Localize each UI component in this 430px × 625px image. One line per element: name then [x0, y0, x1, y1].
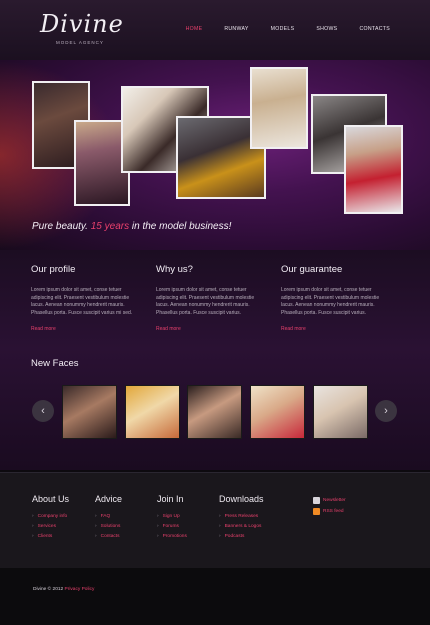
footer-title: About Us: [32, 494, 70, 504]
footer-join-in: Join In › Sign Up › Forums › Promotions: [157, 494, 187, 542]
footer-advice: Advice › FAQ › Solutions › Contacts: [95, 494, 122, 542]
nav-contacts[interactable]: CONTACTS: [359, 26, 390, 32]
face-thumbnail-1[interactable]: [62, 385, 117, 439]
site-footer: About Us › Company info › Services › Client…: [0, 472, 430, 568]
column-title: Why us?: [156, 264, 193, 275]
privacy-policy-link[interactable]: Privacy Policy: [65, 587, 95, 592]
footer-title: Advice: [95, 494, 123, 504]
bottom-bar: Divine © 2012 Privacy Policy: [0, 568, 430, 625]
read-more-link[interactable]: Read more: [31, 326, 141, 332]
footer-link[interactable]: › Promotions: [157, 532, 187, 542]
nav-shows[interactable]: SHOWS: [316, 26, 337, 32]
read-more-link[interactable]: Read more: [156, 326, 266, 332]
carousel-prev-button[interactable]: ‹: [32, 400, 54, 422]
rss-icon: [313, 508, 320, 515]
column-title: Our guarantee: [281, 264, 343, 275]
logo-tagline: MODEL AGENCY: [56, 40, 104, 45]
nav-runway[interactable]: RUNWAY: [224, 26, 248, 32]
column-title: Our profile: [31, 264, 76, 275]
read-more-link[interactable]: Read more: [281, 326, 391, 332]
footer-title: Downloads: [219, 494, 264, 504]
footer-link[interactable]: › Podcasts: [219, 532, 264, 542]
footer-link[interactable]: › Services: [32, 522, 69, 532]
footer-about-us: About Us › Company info › Services › Client…: [32, 494, 69, 542]
footer-link[interactable]: › Contacts: [95, 532, 122, 542]
footer-downloads: Downloads › Press Releases › Banners & Log…: [219, 494, 264, 542]
footer-link[interactable]: › FAQ: [95, 512, 122, 522]
face-thumbnail-3[interactable]: [187, 385, 242, 439]
face-thumbnail-2[interactable]: [125, 385, 180, 439]
column-text: Lorem ipsum dolor sit amet, conse tetuer…: [31, 287, 133, 316]
column-text: Lorem ipsum dolor sit amet, conse tetuer…: [156, 287, 255, 316]
logo-text: Divine: [40, 10, 124, 38]
face-thumbnail-5[interactable]: [313, 385, 368, 439]
site-header: Divine MODEL AGENCY HOME RUNWAY MODELS S…: [0, 0, 430, 60]
footer-link[interactable]: › Sign Up: [157, 512, 187, 522]
logo[interactable]: Divine MODEL AGENCY: [40, 10, 123, 50]
newsletter-link[interactable]: Newsletter: [313, 495, 346, 506]
hero-tagline: Pure beauty. 15 years in the model busin…: [32, 221, 232, 232]
face-thumbnail-4[interactable]: [250, 385, 305, 439]
footer-social: Newsletter RSS feed: [313, 495, 346, 517]
footer-title: Join In: [157, 494, 184, 504]
copyright: Divine © 2012 Privacy Policy: [33, 587, 95, 592]
rss-link[interactable]: RSS feed: [313, 506, 346, 517]
guarantee-column: Our guarantee Lorem ipsum dolor sit amet…: [281, 264, 391, 332]
footer-link[interactable]: › Banners & Logos: [219, 522, 264, 532]
profile-column: Our profile Lorem ipsum dolor sit amet, …: [31, 264, 141, 332]
carousel-next-button[interactable]: ›: [375, 400, 397, 422]
hero-photo-7: [344, 125, 403, 214]
main-nav: HOME RUNWAY MODELS SHOWS CONTACTS: [164, 26, 390, 32]
newsletter-icon: [313, 497, 320, 504]
column-text: Lorem ipsum dolor sit amet, conse tetuer…: [281, 287, 380, 316]
why-us-column: Why us? Lorem ipsum dolor sit amet, cons…: [156, 264, 266, 332]
hero-photo-5: [250, 67, 308, 149]
footer-link[interactable]: › Press Releases: [219, 512, 264, 522]
footer-link[interactable]: › Solutions: [95, 522, 122, 532]
nav-home[interactable]: HOME: [186, 26, 203, 32]
footer-link[interactable]: › Clients: [32, 532, 69, 542]
footer-link[interactable]: › Forums: [157, 522, 187, 532]
nav-models[interactable]: MODELS: [271, 26, 295, 32]
new-faces-title: New Faces: [31, 358, 79, 369]
footer-link[interactable]: › Company info: [32, 512, 69, 522]
